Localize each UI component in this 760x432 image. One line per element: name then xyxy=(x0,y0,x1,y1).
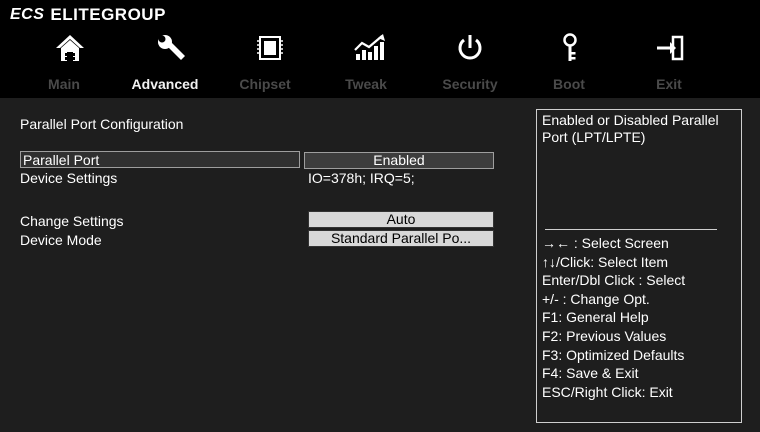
key-hint: →← : Select Screen xyxy=(542,235,669,251)
tab-chipset[interactable]: Chipset xyxy=(215,76,315,92)
tab-exit[interactable]: Exit xyxy=(619,76,719,92)
help-description: Enabled or Disabled Parallel Port (LPT/L… xyxy=(542,112,719,145)
help-divider xyxy=(545,229,717,230)
tab-boot[interactable]: Boot xyxy=(519,76,619,92)
change-settings-label[interactable]: Change Settings xyxy=(20,213,124,229)
key-hint: ↑↓/Click: Select Item xyxy=(542,253,669,270)
key-hint: F3: Optimized Defaults xyxy=(542,346,685,363)
home-icon[interactable] xyxy=(44,28,96,68)
key-hint: Enter/Dbl Click : Select xyxy=(542,272,686,289)
key-hint: F2: Previous Values xyxy=(542,327,667,344)
device-settings-label: Device Settings xyxy=(20,170,118,186)
ecs-logo: ECS xyxy=(10,6,45,23)
chip-icon[interactable] xyxy=(244,28,296,68)
tab-main[interactable]: Main xyxy=(14,76,114,92)
parallel-port-value[interactable]: Enabled xyxy=(304,152,494,169)
key-legend: →← : Select Screen ↑↓/Click: Select Item… xyxy=(542,234,685,401)
header-bar: ECS ELITEGROUP Main Advanced Chipset Twe… xyxy=(0,0,760,98)
wrench-icon[interactable] xyxy=(146,28,198,68)
power-icon[interactable] xyxy=(444,28,496,68)
key-hint: +/- : Change Opt. xyxy=(542,290,650,307)
device-settings-value: IO=378h; IRQ=5; xyxy=(308,170,415,186)
bios-screen: ECS ELITEGROUP Main Advanced Chipset Twe… xyxy=(0,0,760,432)
help-panel: Enabled or Disabled Parallel Port (LPT/L… xyxy=(536,109,742,423)
section-title: Parallel Port Configuration xyxy=(20,116,184,132)
exit-icon[interactable] xyxy=(644,28,696,68)
settings-panel: Parallel Port Configuration Parallel Por… xyxy=(6,104,528,426)
nav-icons xyxy=(0,28,760,72)
key-hint: ESC/Right Click: Exit xyxy=(542,383,673,400)
device-mode-value[interactable]: Standard Parallel Po... xyxy=(308,230,494,247)
key-hint: F1: General Help xyxy=(542,309,649,326)
tab-tweak[interactable]: Tweak xyxy=(316,76,416,92)
brand: ECS ELITEGROUP xyxy=(10,4,166,26)
tab-advanced[interactable]: Advanced xyxy=(115,76,215,92)
parallel-port-label[interactable]: Parallel Port xyxy=(23,152,99,168)
tab-security[interactable]: Security xyxy=(420,76,520,92)
brand-name: ELITEGROUP xyxy=(50,5,166,24)
key-hint: F4: Save & Exit xyxy=(542,365,639,382)
change-settings-value[interactable]: Auto xyxy=(308,211,494,228)
key-icon[interactable] xyxy=(544,28,596,68)
performance-chart-icon[interactable] xyxy=(344,28,396,68)
device-mode-label[interactable]: Device Mode xyxy=(20,232,102,248)
tab-bar: Main Advanced Chipset Tweak Security Boo… xyxy=(0,76,760,96)
